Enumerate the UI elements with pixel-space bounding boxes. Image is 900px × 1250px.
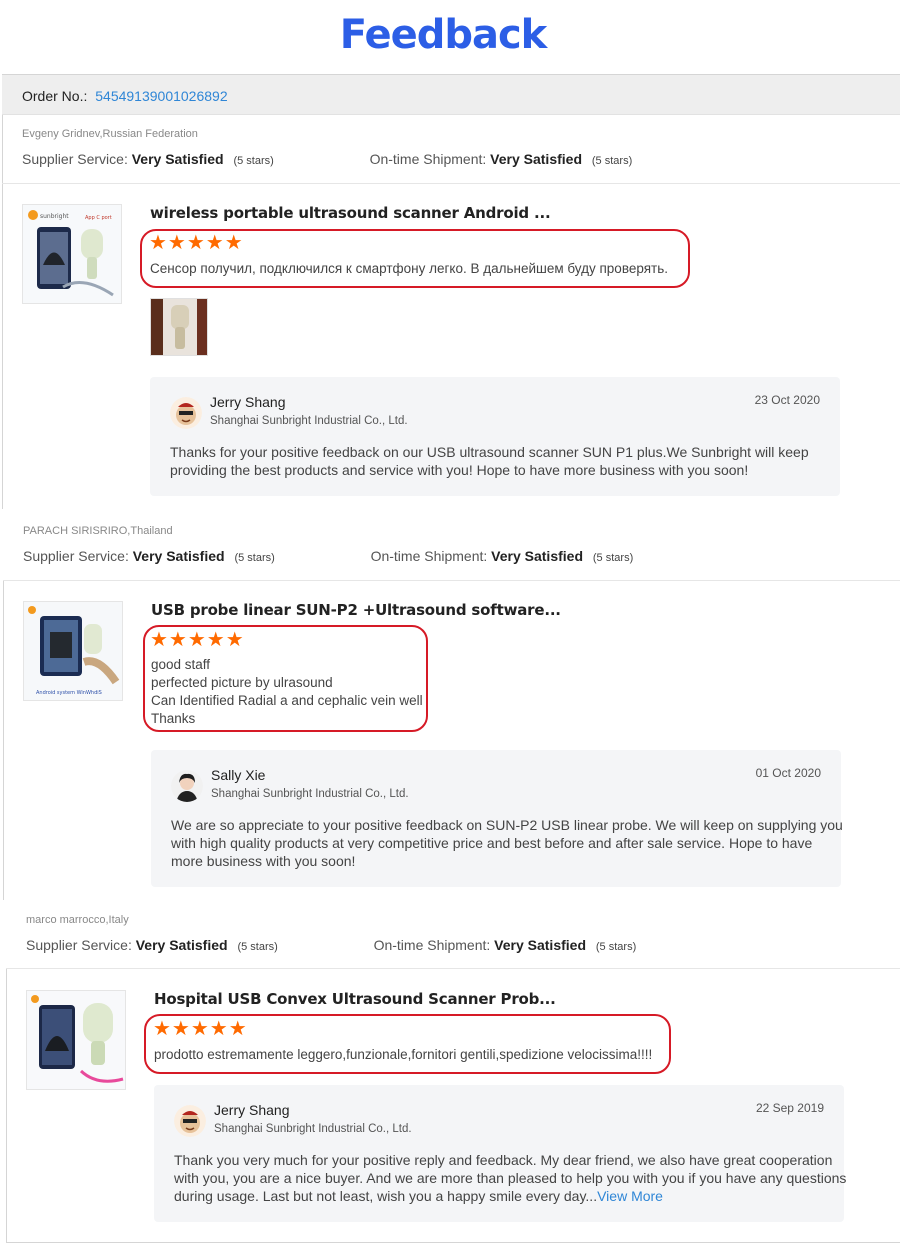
supplier-service-value: Very Satisfied	[135, 937, 228, 953]
product-title-link[interactable]: Hospital USB Convex Ultrasound Scanner P…	[154, 990, 556, 1008]
reply-line: more business with you soon!	[171, 853, 356, 869]
shipment-label: On-time Shipment:	[370, 548, 488, 564]
rating-stars: ★★★★★	[153, 1018, 248, 1040]
frame-left-border	[6, 968, 7, 1243]
reply-date: 01 Oct 2020	[755, 766, 821, 780]
seller-name: Jerry Shang	[214, 1102, 290, 1118]
order-number-link[interactable]: 54549139001026892	[95, 88, 227, 104]
shipment-value: Very Satisfied	[494, 937, 586, 953]
review-line: good staff	[151, 657, 211, 672]
shipment-value: Very Satisfied	[491, 548, 583, 564]
seller-avatar	[170, 397, 202, 429]
product-title-link[interactable]: wireless portable ultrasound scanner And…	[150, 204, 551, 222]
service-ratings: Supplier Service: Very Satisfied (5 star…	[22, 151, 632, 167]
review-text: prodotto estremamente leggero,funzionale…	[154, 1046, 652, 1064]
rating-stars: ★★★★★	[149, 232, 244, 254]
reply-line: providing the best products and service …	[170, 462, 749, 478]
svg-text:Android system WinWhdiS: Android system WinWhdiS	[36, 690, 102, 696]
frame-bottom-border	[6, 1242, 900, 1243]
supplier-service-label: Supplier Service:	[26, 937, 132, 953]
product-thumbnail[interactable]: Android system WinWhdiS	[23, 601, 123, 701]
frame-left-border	[3, 580, 4, 900]
review-text: good staff perfected picture by ulrasoun…	[151, 656, 423, 728]
reply-last-line: during usage. Last but not least, wish y…	[174, 1187, 846, 1205]
buyer-name: Evgeny Gridnev,Russian Federation	[22, 128, 198, 140]
shipment-stars: (5 stars)	[592, 552, 634, 564]
order-bar: Order No.: 54549139001026892	[2, 75, 900, 115]
seller-company: Shanghai Sunbright Industrial Co., Ltd.	[214, 1123, 412, 1135]
seller-company: Shanghai Sunbright Industrial Co., Ltd.	[210, 415, 408, 427]
supplier-service-label: Supplier Service:	[23, 548, 129, 564]
seller-reply: Sally Xie Shanghai Sunbright Industrial …	[151, 750, 843, 887]
ultrasound-product-image: Android system WinWhdiS	[24, 602, 122, 700]
reply-text: We are so appreciate to your positive fe…	[171, 816, 843, 870]
shipment-label: On-time Shipment:	[373, 937, 491, 953]
reply-line: Thank you very much for your positive re…	[174, 1152, 833, 1168]
shipment-label: On-time Shipment:	[369, 151, 487, 167]
ultrasound-product-image: sunbright App C port	[23, 205, 121, 303]
buyer-name: marco marrocco,Italy	[26, 914, 129, 926]
order-label: Order No.:	[22, 88, 88, 104]
shipment-stars: (5 stars)	[591, 155, 633, 167]
product-title-link[interactable]: USB probe linear SUN-P2 +Ultrasound soft…	[151, 601, 561, 619]
reply-line: with you, you are a nice buyer. And we a…	[174, 1170, 847, 1186]
probe-photo-image	[151, 299, 207, 355]
rating-stars: ★★★★★	[150, 629, 245, 651]
seller-reply: Jerry Shang Shanghai Sunbright Industria…	[154, 1085, 846, 1222]
product-thumbnail[interactable]	[26, 990, 126, 1090]
review-line: perfected picture by ulrasound	[151, 675, 333, 690]
seller-avatar	[174, 1105, 206, 1137]
product-thumbnail[interactable]: sunbright App C port	[22, 204, 122, 304]
reply-line: during usage. Last but not least, wish y…	[174, 1188, 598, 1204]
service-ratings: Supplier Service: Very Satisfied (5 star…	[23, 548, 633, 564]
buyer-name: PARACH SIRISRIRO,Thailand	[23, 525, 173, 537]
view-more-link[interactable]: View More	[597, 1188, 663, 1204]
reply-line: with high quality products at very compe…	[171, 835, 813, 851]
seller-reply: Jerry Shang Shanghai Sunbright Industria…	[150, 377, 840, 496]
review-text: Сенсор получил, подключился к смартфону …	[150, 260, 668, 278]
reply-text: Thank you very much for your positive re…	[174, 1151, 846, 1205]
reply-text: Thanks for your positive feedback on our…	[170, 443, 809, 479]
reply-date: 22 Sep 2019	[755, 1101, 824, 1115]
page-title: Feedback	[339, 12, 548, 58]
service-ratings: Supplier Service: Very Satisfied (5 star…	[26, 937, 636, 953]
svg-text:sunbright: sunbright	[40, 213, 69, 220]
review-line: Сенсор получил, подключился к смартфону …	[150, 261, 668, 276]
divider	[6, 968, 900, 969]
reply-line: Thanks for your positive feedback on our…	[170, 444, 809, 460]
supplier-service-value: Very Satisfied	[131, 151, 224, 167]
seller-company: Shanghai Sunbright Industrial Co., Ltd.	[211, 788, 409, 800]
seller-name: Jerry Shang	[210, 394, 286, 410]
divider	[2, 183, 900, 184]
shipment-stars: (5 stars)	[595, 941, 637, 953]
reply-line: We are so appreciate to your positive fe…	[171, 817, 843, 833]
supplier-service-label: Supplier Service:	[22, 151, 128, 167]
divider	[3, 580, 900, 581]
shipment-value: Very Satisfied	[490, 151, 582, 167]
supplier-service-stars: (5 stars)	[233, 155, 274, 167]
frame-left-border	[2, 74, 3, 509]
supplier-service-stars: (5 stars)	[234, 552, 275, 564]
seller-name: Sally Xie	[211, 767, 266, 783]
review-line: Thanks	[151, 711, 196, 726]
svg-text:App C port: App C port	[85, 215, 112, 221]
review-line: prodotto estremamente leggero,funzionale…	[154, 1047, 653, 1062]
ultrasound-product-image	[27, 991, 125, 1089]
supplier-service-stars: (5 stars)	[237, 941, 278, 953]
buyer-photo-thumbnail[interactable]	[150, 298, 208, 356]
supplier-service-value: Very Satisfied	[132, 548, 225, 564]
review-line: Can Identified Radial a and cephalic vei…	[151, 693, 423, 708]
reply-date: 23 Oct 2020	[754, 393, 820, 407]
seller-avatar	[171, 770, 203, 802]
